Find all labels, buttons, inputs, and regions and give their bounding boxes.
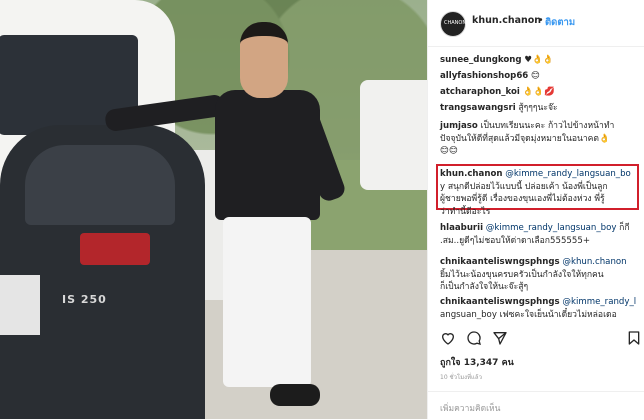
black-car: IS 250: [0, 125, 205, 419]
comment-text: เป็นบทเรียนนะคะ ก้าวไปข้างหน้าทำ: [477, 121, 615, 131]
comment-mention[interactable]: @kimme_randy_langsuan_bo: [503, 169, 631, 179]
header-separator: •: [538, 15, 544, 26]
header-username[interactable]: khun.chanon: [472, 15, 541, 26]
comment-text: ♥👌👌: [521, 55, 554, 65]
comment-mention[interactable]: @khun.chanon: [560, 257, 626, 267]
comment-text-line: ว่าทำนี้ดีอะไร: [440, 206, 491, 217]
action-bar: [440, 330, 640, 350]
comment-text: 😊: [528, 71, 540, 81]
post-timestamp: 10 ชั่วโมงที่แล้ว: [440, 374, 482, 381]
comment-text-line: ผู้ชายพอพี่รู้ดี เรื่องของขุนเองพี่ไม่ต้…: [440, 194, 605, 204]
comment: chnikaanteliswngsphngs @khun.chanon ยิ้ม…: [440, 256, 627, 294]
comment-text: 👌👌💋: [519, 87, 555, 97]
post-side-panel: CHANON khun.chanon • ติดตาม sunee_dungko…: [427, 0, 644, 419]
comment: sunee_dungkong ♥👌👌: [440, 54, 553, 67]
add-comment-bar: เพิ่มความคิดเห็น: [428, 391, 644, 420]
post-header: CHANON khun.chanon • ติดตาม: [428, 0, 644, 47]
comment-username[interactable]: chnikaanteliswngsphngs: [440, 257, 560, 267]
comment-text-line: ก็เป็นกำลังใจให้นะจ๊ะสู้ๆ: [440, 282, 529, 292]
comment-icon[interactable]: [466, 330, 482, 346]
comment-username[interactable]: allyfashionshop66: [440, 71, 528, 81]
comment-text: ก็กี: [616, 223, 630, 233]
avatar[interactable]: CHANON: [440, 11, 466, 37]
comment: jumjaso เป็นบทเรียนนะคะ ก้าวไปข้างหน้าทำ…: [440, 120, 614, 158]
comment-text-line: ปัจจุบันให้ดีที่สุดแล้วมีจุดมุ่งหมายในอน…: [440, 133, 610, 144]
comment-username[interactable]: atcharaphon_koi: [440, 87, 520, 97]
comment-mention[interactable]: @kimme_randy_l: [560, 297, 636, 307]
man-figure: [104, 22, 348, 419]
comment: atcharaphon_koi 👌👌💋: [440, 86, 555, 99]
post-photo: IS 250: [0, 0, 427, 419]
comment-text-line: .สม..ยูดีๆไม่ชอบให้ด่าดาเลือก555555+: [440, 235, 591, 246]
comment-mention[interactable]: @kimme_randy_langsuan_boy: [483, 223, 617, 233]
add-comment-input[interactable]: เพิ่มความคิดเห็น: [440, 401, 500, 415]
comment-username[interactable]: trangsawangsri: [440, 103, 516, 113]
comment: khun.chanon @kimme_randy_langsuan_bo y ส…: [440, 168, 631, 218]
comment-username[interactable]: sunee_dungkong: [440, 55, 522, 65]
share-icon[interactable]: [492, 330, 508, 346]
comment-username[interactable]: chnikaanteliswngsphngs: [440, 297, 560, 307]
comment-text-line: ยิ้มไว้นะน้องขุนครบครัวเป็นกำลังใจให้ทุก…: [440, 269, 604, 280]
avatar-text: CHANON: [444, 20, 467, 26]
likes-count[interactable]: ถูกใจ 13,347 คน: [440, 355, 514, 369]
comment-text-line: y สนุกดีปล่อยไว้แบบนี้ ปล่อยเค้า น้องพี่…: [440, 181, 608, 192]
comment-username[interactable]: jumjaso: [440, 121, 478, 131]
comment-username[interactable]: hlaaburii: [440, 223, 483, 233]
comment: allyfashionshop66 😊: [440, 70, 540, 83]
follow-button[interactable]: ติดตาม: [545, 15, 575, 30]
bookmark-icon[interactable]: [626, 330, 642, 346]
comment: trangsawangsri สู้ๆๆๆนะจ๊ะ: [440, 102, 558, 115]
comment: hlaaburii @kimme_randy_langsuan_boy ก็กี…: [440, 222, 630, 247]
car-badge: IS 250: [62, 293, 107, 306]
comment-text-line: angsuan_boy เฟซคะใจเย็นน้าเดี๋ยวไม่หล่อเ…: [440, 309, 617, 320]
comment-username[interactable]: khun.chanon: [440, 169, 503, 179]
comment-text: สู้ๆๆๆนะจ๊ะ: [515, 103, 558, 113]
heart-icon[interactable]: [440, 330, 456, 346]
background-car: [360, 80, 427, 190]
comment: chnikaanteliswngsphngs @kimme_randy_l an…: [440, 296, 636, 321]
comment-text-line: 😊😊: [440, 146, 458, 156]
